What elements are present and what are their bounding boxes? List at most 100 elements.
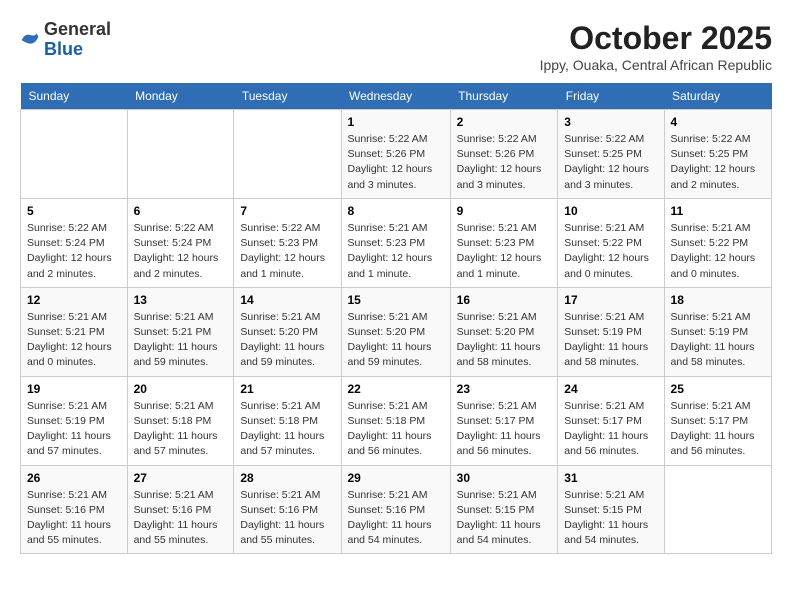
calendar-cell: 15 Sunrise: 5:21 AM Sunset: 5:20 PM Dayli… [341,287,450,376]
calendar-cell: 7 Sunrise: 5:22 AM Sunset: 5:23 PM Daylig… [234,198,341,287]
calendar-cell: 27 Sunrise: 5:21 AM Sunset: 5:16 PM Dayli… [127,465,234,554]
calendar-cell: 9 Sunrise: 5:21 AM Sunset: 5:23 PM Daylig… [450,198,558,287]
weekday-header-thursday: Thursday [450,83,558,110]
calendar-cell: 24Sunrise: 5:21 AM Sunset: 5:17 PM Dayli… [558,376,664,465]
day-number: 3 [564,115,657,129]
day-number: 5 [27,204,121,218]
calendar-cell: 21 Sunrise: 5:21 AM Sunset: 5:18 PM Dayli… [234,376,341,465]
day-number: 27 [134,471,228,485]
page-header: General Blue October 2025 Ippy, Ouaka, C… [20,20,772,73]
day-number: 15 [348,293,444,307]
weekday-header-sunday: Sunday [21,83,128,110]
logo-icon [20,30,40,50]
day-number: 2 [457,115,552,129]
day-number: 28 [240,471,334,485]
calendar-cell: 19 Sunrise: 5:21 AM Sunset: 5:19 PM Dayli… [21,376,128,465]
day-info: Sunrise: 5:21 AM Sunset: 5:15 PM Dayligh… [457,488,552,549]
day-info: Sunrise: 5:21 AM Sunset: 5:20 PM Dayligh… [348,310,444,371]
day-info: Sunrise: 5:21 AM Sunset: 5:16 PM Dayligh… [134,488,228,549]
day-number: 26 [27,471,121,485]
day-info: Sunrise: 5:21 AM Sunset: 5:20 PM Dayligh… [457,310,552,371]
day-number: 31 [564,471,657,485]
day-info: Sunrise: 5:21 AM Sunset: 5:17 PM Dayligh… [564,399,657,460]
calendar-cell: 23 Sunrise: 5:21 AM Sunset: 5:17 PM Dayli… [450,376,558,465]
calendar-cell [234,110,341,199]
day-info: Sunrise: 5:21 AM Sunset: 5:22 PM Dayligh… [564,221,657,282]
month-title: October 2025 [540,20,772,57]
day-number: 21 [240,382,334,396]
calendar-cell: 5 Sunrise: 5:22 AM Sunset: 5:24 PM Daylig… [21,198,128,287]
day-number: 1 [348,115,444,129]
calendar-cell: 25Sunrise: 5:21 AM Sunset: 5:17 PM Dayli… [664,376,771,465]
day-number: 29 [348,471,444,485]
day-number: 18 [671,293,765,307]
day-number: 25 [671,382,765,396]
day-info: Sunrise: 5:21 AM Sunset: 5:18 PM Dayligh… [134,399,228,460]
day-info: Sunrise: 5:21 AM Sunset: 5:23 PM Dayligh… [348,221,444,282]
calendar-cell: 6 Sunrise: 5:22 AM Sunset: 5:24 PM Daylig… [127,198,234,287]
day-info: Sunrise: 5:21 AM Sunset: 5:19 PM Dayligh… [27,399,121,460]
calendar-week-row: 26 Sunrise: 5:21 AM Sunset: 5:16 PM Dayli… [21,465,772,554]
logo: General Blue [20,20,111,60]
day-number: 19 [27,382,121,396]
day-number: 12 [27,293,121,307]
calendar-cell: 28 Sunrise: 5:21 AM Sunset: 5:16 PM Dayli… [234,465,341,554]
day-info: Sunrise: 5:21 AM Sunset: 5:16 PM Dayligh… [348,488,444,549]
calendar-cell: 13 Sunrise: 5:21 AM Sunset: 5:21 PM Dayli… [127,287,234,376]
day-info: Sunrise: 5:21 AM Sunset: 5:20 PM Dayligh… [240,310,334,371]
weekday-header-saturday: Saturday [664,83,771,110]
day-info: Sunrise: 5:22 AM Sunset: 5:23 PM Dayligh… [240,221,334,282]
logo-blue-text: Blue [44,40,111,60]
day-number: 7 [240,204,334,218]
day-number: 14 [240,293,334,307]
day-info: Sunrise: 5:22 AM Sunset: 5:25 PM Dayligh… [564,132,657,193]
day-number: 10 [564,204,657,218]
day-number: 22 [348,382,444,396]
day-info: Sunrise: 5:22 AM Sunset: 5:25 PM Dayligh… [671,132,765,193]
calendar-cell [127,110,234,199]
day-info: Sunrise: 5:21 AM Sunset: 5:18 PM Dayligh… [240,399,334,460]
day-info: Sunrise: 5:21 AM Sunset: 5:21 PM Dayligh… [134,310,228,371]
calendar-cell: 1 Sunrise: 5:22 AM Sunset: 5:26 PM Daylig… [341,110,450,199]
day-info: Sunrise: 5:21 AM Sunset: 5:17 PM Dayligh… [457,399,552,460]
calendar-cell: 11Sunrise: 5:21 AM Sunset: 5:22 PM Dayli… [664,198,771,287]
title-block: October 2025 Ippy, Ouaka, Central Africa… [540,20,772,73]
day-number: 4 [671,115,765,129]
day-number: 23 [457,382,552,396]
weekday-header-monday: Monday [127,83,234,110]
calendar-week-row: 1 Sunrise: 5:22 AM Sunset: 5:26 PM Daylig… [21,110,772,199]
calendar-cell: 16Sunrise: 5:21 AM Sunset: 5:20 PM Dayli… [450,287,558,376]
day-info: Sunrise: 5:21 AM Sunset: 5:19 PM Dayligh… [564,310,657,371]
weekday-header-row: SundayMondayTuesdayWednesdayThursdayFrid… [21,83,772,110]
calendar-cell: 12 Sunrise: 5:21 AM Sunset: 5:21 PM Dayli… [21,287,128,376]
day-info: Sunrise: 5:22 AM Sunset: 5:24 PM Dayligh… [27,221,121,282]
day-info: Sunrise: 5:21 AM Sunset: 5:16 PM Dayligh… [240,488,334,549]
day-number: 13 [134,293,228,307]
calendar-cell: 29 Sunrise: 5:21 AM Sunset: 5:16 PM Dayli… [341,465,450,554]
calendar-cell: 4 Sunrise: 5:22 AM Sunset: 5:25 PM Daylig… [664,110,771,199]
weekday-header-tuesday: Tuesday [234,83,341,110]
calendar-cell: 3 Sunrise: 5:22 AM Sunset: 5:25 PM Daylig… [558,110,664,199]
day-info: Sunrise: 5:22 AM Sunset: 5:24 PM Dayligh… [134,221,228,282]
day-info: Sunrise: 5:21 AM Sunset: 5:21 PM Dayligh… [27,310,121,371]
calendar-cell: 8Sunrise: 5:21 AM Sunset: 5:23 PM Daylig… [341,198,450,287]
day-info: Sunrise: 5:22 AM Sunset: 5:26 PM Dayligh… [348,132,444,193]
day-number: 20 [134,382,228,396]
weekday-header-friday: Friday [558,83,664,110]
calendar-table: SundayMondayTuesdayWednesdayThursdayFrid… [20,83,772,554]
weekday-header-wednesday: Wednesday [341,83,450,110]
calendar-cell: 30Sunrise: 5:21 AM Sunset: 5:15 PM Dayli… [450,465,558,554]
day-info: Sunrise: 5:21 AM Sunset: 5:22 PM Dayligh… [671,221,765,282]
day-number: 9 [457,204,552,218]
day-number: 17 [564,293,657,307]
day-info: Sunrise: 5:21 AM Sunset: 5:19 PM Dayligh… [671,310,765,371]
day-info: Sunrise: 5:21 AM Sunset: 5:23 PM Dayligh… [457,221,552,282]
calendar-week-row: 19 Sunrise: 5:21 AM Sunset: 5:19 PM Dayli… [21,376,772,465]
calendar-week-row: 5 Sunrise: 5:22 AM Sunset: 5:24 PM Daylig… [21,198,772,287]
calendar-cell: 18 Sunrise: 5:21 AM Sunset: 5:19 PM Dayli… [664,287,771,376]
day-number: 6 [134,204,228,218]
calendar-cell [21,110,128,199]
calendar-cell: 10 Sunrise: 5:21 AM Sunset: 5:22 PM Dayli… [558,198,664,287]
day-info: Sunrise: 5:22 AM Sunset: 5:26 PM Dayligh… [457,132,552,193]
location-text: Ippy, Ouaka, Central African Republic [540,57,772,73]
